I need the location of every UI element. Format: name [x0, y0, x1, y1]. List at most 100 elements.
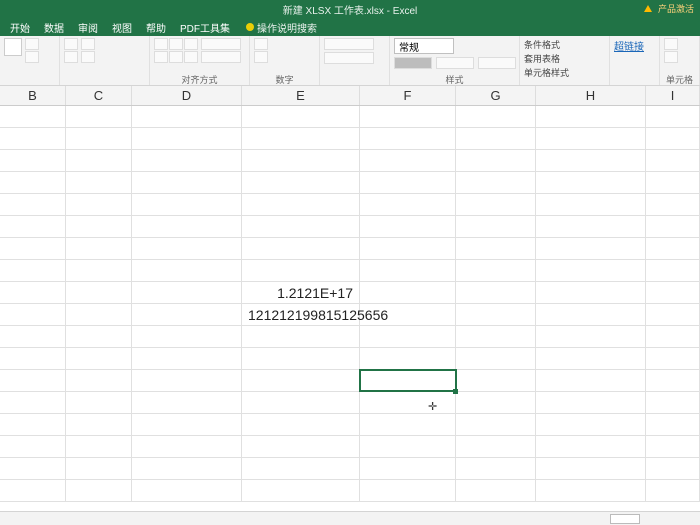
cell[interactable] [536, 282, 646, 303]
cell[interactable] [66, 282, 132, 303]
cell[interactable] [536, 304, 646, 325]
cell[interactable] [242, 172, 360, 193]
style-btn-3[interactable] [478, 57, 516, 69]
cell[interactable] [360, 260, 456, 281]
cell[interactable] [646, 106, 700, 127]
cell[interactable] [66, 260, 132, 281]
cell[interactable] [646, 436, 700, 457]
col-header-c[interactable]: C [66, 86, 132, 105]
cell[interactable] [360, 326, 456, 347]
cell[interactable] [646, 128, 700, 149]
cell-e10[interactable]: 121212199815125656 [242, 304, 360, 325]
cell[interactable] [360, 282, 456, 303]
cell[interactable] [646, 238, 700, 259]
cell[interactable] [360, 458, 456, 479]
cell[interactable] [536, 106, 646, 127]
cell[interactable] [646, 348, 700, 369]
align-3[interactable] [184, 38, 198, 50]
cell[interactable] [536, 128, 646, 149]
font-btn-1[interactable] [64, 38, 78, 50]
cond-format-button[interactable] [324, 38, 374, 50]
cell[interactable] [66, 150, 132, 171]
cell[interactable] [132, 106, 242, 127]
align-6[interactable] [184, 51, 198, 63]
cell[interactable] [132, 392, 242, 413]
cell[interactable] [0, 326, 66, 347]
cut-button[interactable] [25, 38, 39, 50]
cell[interactable] [0, 150, 66, 171]
cell[interactable] [456, 172, 536, 193]
cell[interactable] [242, 194, 360, 215]
col-header-e[interactable]: E [242, 86, 360, 105]
cell[interactable] [456, 150, 536, 171]
cell[interactable] [456, 414, 536, 435]
cell[interactable] [66, 392, 132, 413]
cell[interactable] [242, 392, 360, 413]
cell[interactable] [66, 128, 132, 149]
cell-style-label[interactable]: 单元格样式 [524, 66, 569, 79]
cell[interactable] [242, 216, 360, 237]
copy-button[interactable] [25, 51, 39, 63]
cell[interactable] [536, 348, 646, 369]
cell[interactable] [536, 436, 646, 457]
wrap-button[interactable] [201, 38, 241, 50]
font-btn-2[interactable] [64, 51, 78, 63]
cell[interactable] [456, 194, 536, 215]
cell[interactable] [536, 172, 646, 193]
cell[interactable] [132, 216, 242, 237]
cell[interactable] [646, 260, 700, 281]
col-header-b[interactable]: B [0, 86, 66, 105]
num-1[interactable] [254, 38, 268, 50]
cell[interactable] [456, 282, 536, 303]
col-header-d[interactable]: D [132, 86, 242, 105]
cell[interactable] [242, 348, 360, 369]
scroll-thumb[interactable] [610, 514, 640, 524]
cell[interactable] [456, 128, 536, 149]
cell[interactable] [646, 304, 700, 325]
cell[interactable] [242, 238, 360, 259]
cell[interactable] [536, 260, 646, 281]
cell[interactable] [456, 370, 536, 391]
cell[interactable] [242, 436, 360, 457]
cell[interactable] [66, 414, 132, 435]
table-format-label[interactable]: 套用表格 [524, 52, 560, 65]
tab-review[interactable]: 审阅 [72, 18, 104, 37]
cell[interactable] [242, 370, 360, 391]
cell[interactable] [242, 260, 360, 281]
cell[interactable] [66, 194, 132, 215]
merge-button[interactable] [201, 51, 241, 63]
cell[interactable] [646, 326, 700, 347]
cond-format-label[interactable]: 条件格式 [524, 38, 560, 51]
cell[interactable] [456, 480, 536, 501]
style-btn-1[interactable] [394, 57, 432, 69]
cell[interactable] [0, 106, 66, 127]
cell[interactable] [646, 458, 700, 479]
font-btn-3[interactable] [81, 38, 95, 50]
cell[interactable] [66, 106, 132, 127]
tab-view[interactable]: 视图 [106, 18, 138, 37]
cell[interactable] [0, 194, 66, 215]
cell[interactable] [66, 370, 132, 391]
cell[interactable] [66, 480, 132, 501]
cell[interactable] [360, 216, 456, 237]
cell[interactable] [132, 370, 242, 391]
cell[interactable] [66, 458, 132, 479]
paste-button[interactable] [4, 38, 22, 56]
cell[interactable] [132, 150, 242, 171]
tab-pdf[interactable]: PDF工具集 [174, 18, 236, 37]
cell[interactable] [456, 106, 536, 127]
cell[interactable] [360, 480, 456, 501]
cell[interactable] [0, 260, 66, 281]
cell[interactable] [0, 458, 66, 479]
cell[interactable] [0, 480, 66, 501]
cell[interactable] [0, 128, 66, 149]
cell[interactable] [132, 458, 242, 479]
cell[interactable] [66, 436, 132, 457]
cell[interactable] [242, 414, 360, 435]
cell[interactable] [536, 194, 646, 215]
cell[interactable] [360, 106, 456, 127]
cell[interactable] [66, 216, 132, 237]
cell-e9[interactable]: 1.2121E+17 [242, 282, 360, 303]
cell[interactable] [536, 392, 646, 413]
table-format-button[interactable] [324, 52, 374, 64]
